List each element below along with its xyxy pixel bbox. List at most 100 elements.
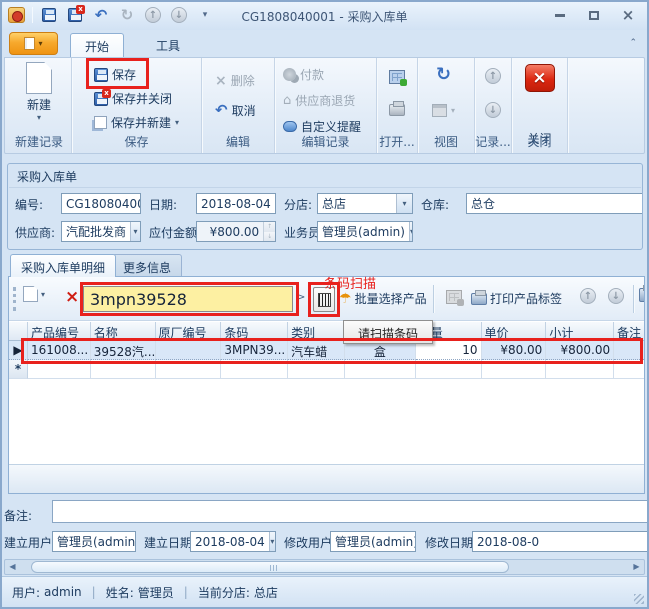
col-name[interactable]: 名称: [91, 322, 156, 341]
divider: |: [184, 585, 188, 599]
number-input[interactable]: CG1808040001: [61, 193, 141, 214]
warehouse-label: 仓库:: [421, 193, 449, 213]
chevron-down-icon[interactable]: ▾: [275, 194, 276, 213]
save-icon: [94, 68, 108, 82]
col-subtotal[interactable]: 小计: [546, 322, 614, 341]
col-oem-no[interactable]: 原厂编号: [156, 322, 222, 341]
created-date-combo[interactable]: 2018-08-04 ▾: [190, 531, 276, 552]
scrollbar-thumb[interactable]: [31, 561, 509, 573]
payment-button[interactable]: 付款: [283, 66, 324, 83]
date-combo[interactable]: 2018-08-04 ▾: [196, 193, 276, 214]
divider: [9, 187, 641, 188]
order-form: 采购入库单 编号: CG1808040001 日期: 2018-08-04 ▾ …: [7, 163, 643, 250]
layout-view-button[interactable]: ▾: [432, 104, 455, 117]
form-title: 采购入库单: [17, 168, 77, 185]
col-unit-price[interactable]: 单价: [482, 322, 547, 341]
status-user-label: 用户:: [12, 584, 40, 601]
ribbon-group-view: ↻ ▾ 视图: [418, 58, 475, 153]
divider: [633, 285, 634, 313]
col-barcode[interactable]: 条码: [221, 322, 288, 341]
payable-input: ¥800.00 ↑↓: [196, 221, 276, 242]
warehouse-input[interactable]: 总仓: [466, 193, 643, 214]
row-selector-header: [9, 322, 28, 341]
next-record-button[interactable]: ↓: [485, 102, 501, 118]
minimize-button[interactable]: [549, 6, 571, 24]
refresh-button[interactable]: ↻: [436, 66, 451, 84]
scroll-right-icon[interactable]: ▶: [630, 561, 643, 573]
remark-label: 备注:: [4, 507, 32, 524]
created-user-combo: 管理员(admin) ▾: [52, 531, 136, 552]
scroll-left-icon[interactable]: ◀: [6, 561, 19, 573]
horizontal-scrollbar[interactable]: ◀ ▶: [4, 559, 645, 575]
toolbar-grip[interactable]: [13, 287, 16, 311]
save-and-close-button[interactable]: x 保存并关闭: [94, 90, 172, 107]
divider: [433, 285, 434, 313]
barcode-input[interactable]: [83, 286, 293, 312]
remark-input[interactable]: [52, 500, 649, 523]
ribbon-group-records: ↑ ↓ 记录...: [475, 58, 512, 153]
save-close-icon[interactable]: x: [65, 5, 85, 25]
save-and-new-button[interactable]: 保存并新建 ▾: [94, 114, 179, 131]
tab-more-info[interactable]: 更多信息: [112, 254, 182, 277]
export-table-button[interactable]: [446, 290, 462, 304]
supplier-combo[interactable]: 汽配批发商 ▾: [61, 221, 141, 242]
modified-date-combo[interactable]: 2018-08-0: [472, 531, 649, 552]
grid-header-row: 产品编号 名称 原厂编号 条码 类别 数量 单价 小计 备注: [9, 322, 644, 341]
number-label: 编号:: [15, 193, 43, 213]
undo-icon[interactable]: ↶: [91, 5, 111, 25]
open-table-button[interactable]: [389, 70, 405, 84]
ribbon: 新建 ▾ 新建记录 保存 x 保存并关闭 保存并新建 ▾ 保存 ×: [4, 57, 645, 154]
salesman-combo[interactable]: 管理员(admin) ▾: [317, 221, 413, 242]
open-print-button[interactable]: [389, 104, 405, 116]
window-title: CG1808040001 - 采购入库单: [122, 8, 527, 25]
tab-start[interactable]: 开始: [70, 33, 124, 57]
save-button[interactable]: 保存: [94, 66, 136, 83]
cancel-button[interactable]: ↶ 取消: [215, 102, 256, 119]
spinner: ↑↓: [263, 222, 275, 241]
table-icon: [446, 290, 462, 304]
branch-combo[interactable]: 总店 ▾: [317, 193, 413, 214]
tab-order-detail[interactable]: 采购入库单明细: [10, 254, 116, 277]
supplier-return-button[interactable]: ⌂ 供应商退货: [283, 92, 355, 109]
home-icon: ⌂: [283, 94, 291, 107]
resize-grip[interactable]: [634, 594, 644, 604]
table-row[interactable]: ▶ 161008... 39528汽... 3MPN39... 汽车蜡 盒 10…: [9, 341, 644, 360]
created-date-label: 建立日期:: [144, 534, 196, 551]
more-toolbar-button[interactable]: [639, 288, 645, 302]
status-bar: 用户: admin | 姓名: 管理员 | 当前分店: 总店: [2, 576, 647, 607]
ribbon-tab-row: ▾ 开始 工具 ⌃: [2, 30, 647, 57]
delete-row-button[interactable]: ×: [65, 289, 79, 306]
window-icon: [639, 288, 645, 302]
ribbon-collapse-icon[interactable]: ⌃: [629, 38, 637, 48]
chevron-down-icon[interactable]: ▾: [130, 222, 140, 241]
col-product-no[interactable]: 产品编号: [28, 322, 91, 341]
col-category[interactable]: 类别: [288, 322, 345, 341]
modified-user-label: 修改用户:: [284, 534, 336, 551]
app-menu-button[interactable]: ▾: [9, 32, 58, 55]
chevron-down-icon[interactable]: ▾: [409, 222, 413, 241]
modified-user-combo: 管理员(admin) ▾: [330, 531, 416, 552]
close-form-button[interactable]: × 关闭: [512, 64, 567, 109]
app-icon[interactable]: [6, 5, 26, 25]
close-button[interactable]: ×: [617, 6, 639, 24]
batch-select-button[interactable]: ☂ 批量选择产品: [339, 290, 427, 307]
maximize-button[interactable]: [583, 6, 605, 24]
row-up-button[interactable]: ↑: [580, 288, 596, 304]
new-button[interactable]: 新建 ▾: [13, 62, 65, 122]
status-branch-label: 当前分店:: [198, 584, 250, 601]
ribbon-group-edit: × 删除 ↶ 取消 编辑: [202, 58, 275, 153]
expand-icon[interactable]: >: [297, 292, 305, 303]
row-down-button[interactable]: ↓: [608, 288, 624, 304]
tab-tools[interactable]: 工具: [142, 33, 194, 57]
previous-record-button[interactable]: ↑: [485, 68, 501, 84]
print-labels-button[interactable]: 打印产品标签: [471, 290, 562, 307]
save-icon[interactable]: [39, 5, 59, 25]
table-go-icon: [389, 70, 405, 84]
add-row-button[interactable]: ▾: [23, 286, 45, 302]
delete-button[interactable]: × 删除: [215, 72, 255, 89]
new-row[interactable]: *: [9, 360, 644, 379]
chevron-down-icon[interactable]: ▾: [396, 194, 412, 213]
divider: [32, 7, 33, 23]
col-remark[interactable]: 备注: [614, 322, 644, 341]
chevron-down-icon[interactable]: ▾: [269, 532, 275, 551]
